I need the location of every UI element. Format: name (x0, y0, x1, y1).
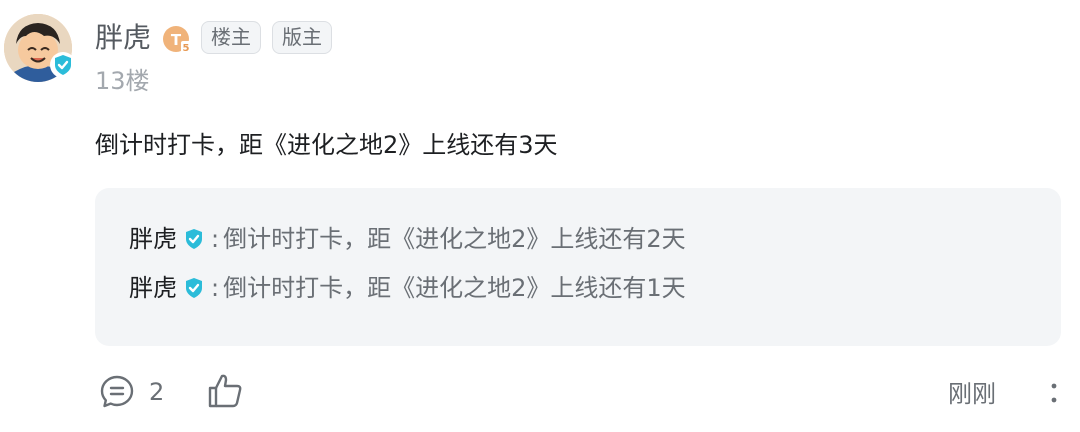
post-content: 倒计时打卡，距《进化之地2》上线还有3天 (95, 131, 558, 159)
reply-separator: : (211, 225, 220, 253)
avatar[interactable] (4, 14, 76, 82)
floor-number: 13楼 (95, 67, 150, 95)
verified-check-icon (186, 278, 202, 298)
thumbs-up-icon[interactable] (206, 372, 244, 410)
tag-original-poster: 楼主 (201, 21, 261, 54)
comment-count[interactable]: 2 (149, 376, 164, 408)
reply-text: 倒计时打卡，距《进化之地2》上线还有2天 (223, 225, 686, 253)
verified-check-icon (50, 52, 76, 78)
verified-check-icon (186, 229, 202, 249)
action-bar: 2 刚刚 (0, 360, 1080, 424)
level-badge-icon: T 5 (162, 24, 192, 54)
reply-author[interactable]: 胖虎 (129, 271, 177, 305)
tag-moderator: 版主 (272, 21, 332, 54)
reply-item[interactable]: 胖虎 : 倒计时打卡，距《进化之地2》上线还有2天 (129, 222, 686, 256)
reply-author[interactable]: 胖虎 (129, 222, 177, 256)
post-card: 胖虎 T 5 楼主 版主 13楼 倒计时打卡，距《进化之地2》上线还有3天 胖虎… (0, 0, 1080, 432)
level-number: 5 (183, 43, 190, 54)
post-time: 刚刚 (948, 380, 996, 408)
comment-icon[interactable] (99, 374, 135, 410)
author-name[interactable]: 胖虎 (95, 20, 151, 56)
reply-text: 倒计时打卡，距《进化之地2》上线还有1天 (223, 274, 686, 302)
reply-item[interactable]: 胖虎 : 倒计时打卡，距《进化之地2》上线还有1天 (129, 271, 686, 305)
level-letter: T (171, 31, 182, 49)
reply-separator: : (211, 274, 220, 302)
more-vertical-icon[interactable] (1048, 378, 1060, 408)
reply-list[interactable]: 胖虎 : 倒计时打卡，距《进化之地2》上线还有2天 胖虎 : 倒计时打卡，距《进… (95, 188, 1061, 346)
